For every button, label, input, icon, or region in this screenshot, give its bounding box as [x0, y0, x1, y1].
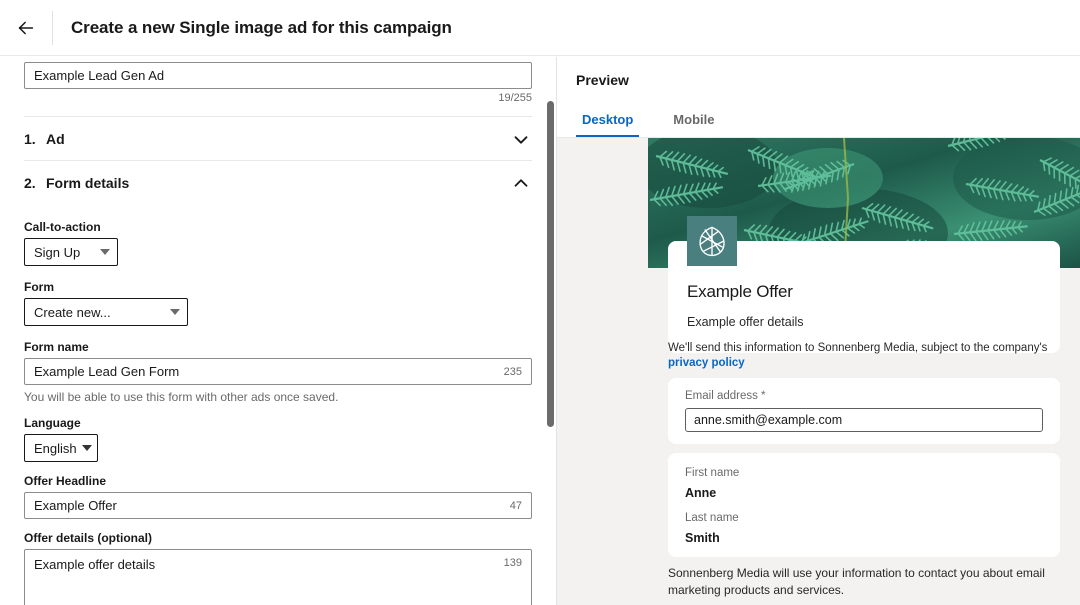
preview-panel: Preview Desktop Mobile Example Offer Exa…	[557, 57, 1080, 605]
first-name-label: First name	[685, 467, 740, 479]
tab-mobile[interactable]: Mobile	[667, 105, 720, 137]
leaf-logo-icon	[687, 216, 737, 266]
language-label: Language	[24, 416, 81, 430]
consent-text: We'll send this information to Sonnenber…	[668, 341, 1060, 371]
chevron-down-icon	[81, 445, 92, 451]
language-select[interactable]: English	[24, 434, 98, 462]
ad-form-panel: Example Lead Gen Ad 19/255 1. Ad 2. Form d…	[0, 57, 556, 605]
preview-offer-headline: Example Offer	[687, 282, 793, 301]
ad-name-field-group: Example Lead Gen Ad 19/255	[24, 57, 532, 104]
section-form-number: 2.	[24, 174, 36, 191]
offer-details-counter: 139	[503, 557, 522, 569]
preview-canvas: Example Offer Example offer details We'l…	[557, 137, 1080, 605]
section-header-form-details[interactable]: 2. Form details	[24, 160, 532, 204]
consent-prefix: We'll send this information to Sonnenber…	[668, 342, 1048, 354]
tab-desktop[interactable]: Desktop	[576, 105, 640, 137]
preview-offer-details: Example offer details	[687, 315, 804, 329]
offer-card: Example Offer Example offer details	[668, 216, 1060, 353]
form-select[interactable]: Create new...	[24, 298, 188, 326]
offer-headline-counter: 47	[509, 499, 522, 512]
form-name-value: Example Lead Gen Form	[34, 364, 180, 379]
section-form-title-wrap: 2. Form details	[24, 175, 129, 191]
chevron-up-icon[interactable]	[510, 172, 532, 194]
section-ad-label: Ad	[46, 130, 65, 147]
offer-headline-value: Example Offer	[34, 498, 117, 513]
email-field-card: Email address * anne.smith@example.com	[668, 378, 1060, 444]
first-name-value: Anne	[685, 486, 717, 500]
ad-name-counter: 19/255	[498, 92, 532, 104]
preview-footer-note: Sonnenberg Media will use your informati…	[668, 566, 1045, 597]
language-value: English	[34, 440, 77, 456]
form-name-helper-text: You will be able to use this form with o…	[24, 390, 339, 404]
back-button[interactable]	[0, 0, 52, 56]
section-form-label: Form details	[46, 174, 130, 191]
last-name-label: Last name	[685, 512, 739, 524]
preview-tabs: Desktop Mobile	[576, 105, 748, 137]
chevron-down-icon	[170, 309, 180, 315]
offer-details-value: Example offer details	[34, 557, 156, 572]
arrow-left-icon	[15, 17, 37, 39]
left-panel-scrollbar[interactable]	[545, 57, 556, 605]
form-name-input[interactable]: Example Lead Gen Form 235	[24, 358, 532, 385]
preview-heading: Preview	[576, 72, 629, 88]
form-select-value: Create new...	[34, 304, 111, 320]
page-title: Create a new Single image ad for this ca…	[71, 17, 452, 37]
call-to-action-select[interactable]: Sign Up	[24, 238, 118, 266]
name-fields-card: First name Anne Last name Smith	[668, 453, 1060, 557]
offer-headline-input[interactable]: Example Offer 47	[24, 492, 532, 519]
section-ad-title-wrap: 1. Ad	[24, 131, 65, 147]
chevron-down-icon[interactable]	[510, 128, 532, 150]
last-name-value: Smith	[685, 531, 720, 545]
email-address-input[interactable]: anne.smith@example.com	[685, 408, 1043, 432]
email-address-label: Email address *	[685, 390, 766, 402]
email-address-value: anne.smith@example.com	[694, 413, 843, 427]
scrollbar-thumb[interactable]	[547, 101, 554, 427]
form-select-label: Form	[24, 280, 54, 294]
section-ad-number: 1.	[24, 130, 36, 147]
section-header-ad[interactable]: 1. Ad	[24, 116, 532, 160]
offer-details-label: Offer details (optional)	[24, 531, 153, 545]
header-divider	[52, 10, 53, 45]
app-header: Create a new Single image ad for this ca…	[0, 0, 1080, 56]
chevron-down-icon	[100, 249, 110, 255]
ad-name-value: Example Lead Gen Ad	[34, 68, 165, 83]
call-to-action-value: Sign Up	[34, 244, 81, 260]
call-to-action-label: Call-to-action	[24, 220, 101, 234]
offer-headline-label: Offer Headline	[24, 474, 107, 488]
privacy-policy-link[interactable]: privacy policy	[668, 357, 745, 369]
form-name-label: Form name	[24, 340, 89, 354]
form-name-counter: 235	[503, 365, 522, 378]
offer-details-textarea[interactable]: Example offer details 139	[24, 549, 532, 605]
ad-name-input[interactable]: Example Lead Gen Ad	[24, 62, 532, 89]
